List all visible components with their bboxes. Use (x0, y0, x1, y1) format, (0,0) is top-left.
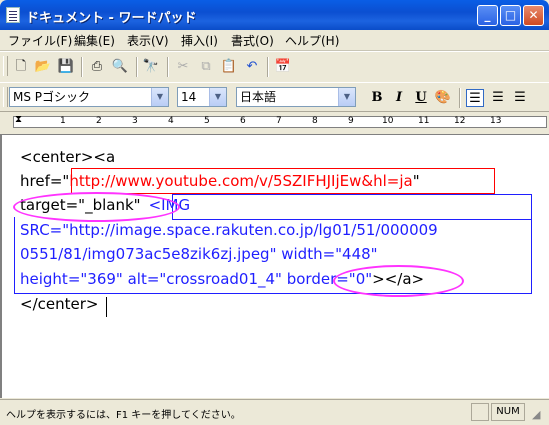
ruler-number: 13 (490, 116, 502, 126)
align-center-button[interactable]: ☰ (489, 89, 507, 107)
print-icon[interactable]: ⎙ (88, 58, 106, 76)
toolbar-grip[interactable] (3, 87, 8, 107)
align-left-button[interactable]: ☰ (466, 89, 484, 107)
ruler-number: 2 (96, 116, 102, 126)
insert-date-time-icon[interactable]: 📅 (274, 58, 292, 76)
menu-view[interactable]: 表示(V) (127, 32, 169, 49)
italic-button[interactable]: I (390, 89, 408, 107)
chevron-down-icon[interactable]: ▼ (338, 88, 355, 106)
ruler-number: 4 (168, 116, 174, 126)
save-icon[interactable]: 💾 (57, 58, 75, 76)
document-area[interactable]: <center><a href="http://www.youtube.com/… (0, 134, 549, 398)
ruler-number: 7 (276, 116, 282, 126)
menu-insert[interactable]: 挿入(I) (181, 32, 218, 49)
chevron-down-icon[interactable]: ▼ (209, 88, 226, 106)
toolbar-separator (136, 57, 138, 77)
script-value: 日本語 (240, 90, 277, 104)
ruler-number: 12 (454, 116, 466, 126)
align-right-button[interactable]: ☰ (511, 89, 529, 107)
status-help-text: ヘルプを表示するには、F1 キーを押してください。 (6, 410, 241, 421)
menu-bar: ファイル(F) 編集(E) 表示(V) 挿入(I) 書式(O) ヘルプ(H) (0, 30, 549, 51)
toolbar-separator (167, 57, 169, 77)
ruler-number: 11 (418, 116, 430, 126)
menu-help[interactable]: ヘルプ(H) (285, 32, 339, 49)
ruler-number: 1 (60, 116, 66, 126)
title-bar[interactable]: ドキュメント - ワードパッド _ □ ✕ (0, 0, 549, 30)
open-folder-icon[interactable]: 📂 (34, 58, 52, 76)
ruler-number: 5 (204, 116, 210, 126)
font-size-value: 14 (181, 90, 197, 104)
wordpad-document-icon[interactable] (6, 7, 20, 23)
paste-icon[interactable]: 📋 (220, 58, 238, 76)
new-document-icon[interactable]: 🗋 (12, 58, 30, 76)
status-bar: ヘルプを表示するには、F1 キーを押してください。 NUM ◢ (0, 399, 549, 425)
toolbar-separator (81, 57, 83, 77)
chevron-down-icon[interactable]: ▼ (151, 88, 168, 106)
menu-edit[interactable]: 編集(E) (74, 32, 115, 49)
wordpad-window: ドキュメント - ワードパッド _ □ ✕ ファイル(F) 編集(E) 表示(V… (0, 0, 549, 425)
undo-icon[interactable]: ↶ (243, 58, 261, 76)
cut-icon[interactable]: ✂ (174, 58, 192, 76)
text-color-icon[interactable]: 🎨 (434, 89, 452, 107)
toolbar-grip[interactable] (3, 56, 8, 76)
indent-marker-icon[interactable]: ⧗ (15, 114, 22, 125)
maximize-button[interactable]: □ (500, 5, 521, 26)
underline-button[interactable]: U (412, 89, 430, 107)
ruler-number: 9 (348, 116, 354, 126)
ruler-number: 6 (240, 116, 246, 126)
menu-file[interactable]: ファイル(F) (8, 32, 72, 49)
resize-grip-icon[interactable]: ◢ (532, 408, 540, 421)
toolbar-separator (267, 57, 269, 77)
find-icon[interactable]: 🔭 (142, 58, 160, 76)
format-toolbar: MS Pゴシック ▼ 14 ▼ 日本語 ▼ B I U 🎨 ☰ ☰ ☰ (0, 82, 549, 111)
status-pane (471, 403, 489, 421)
ruler-number: 3 (132, 116, 138, 126)
print-preview-icon[interactable]: 🔍 (111, 58, 129, 76)
close-button[interactable]: ✕ (523, 5, 544, 26)
font-name-value: MS Pゴシック (13, 90, 91, 104)
href-prefix: href=" (20, 172, 70, 190)
url-highlight-box (71, 168, 495, 194)
ruler-number: 8 (312, 116, 318, 126)
standard-toolbar: 🗋 📂 💾 ⎙ 🔍 🔭 ✂ ⧉ 📋 ↶ 📅 (0, 51, 549, 82)
minimize-button[interactable]: _ (477, 5, 498, 26)
ruler-number: 10 (382, 116, 394, 126)
num-lock-indicator: NUM (491, 403, 525, 421)
toolbar-separator (459, 88, 461, 108)
script-select[interactable]: 日本語 ▼ (236, 87, 356, 107)
target-ellipse (13, 192, 180, 222)
menu-format[interactable]: 書式(O) (231, 32, 274, 49)
copy-icon[interactable]: ⧉ (197, 58, 215, 76)
bold-button[interactable]: B (368, 89, 386, 107)
font-name-select[interactable]: MS Pゴシック ▼ (9, 87, 169, 107)
document-line: <center><a (20, 148, 116, 166)
ruler[interactable]: ⧗ 1 2 3 4 5 6 7 8 9 10 11 12 13 (0, 111, 549, 134)
border-ellipse (333, 265, 464, 297)
text-caret (106, 297, 107, 317)
window-title: ドキュメント - ワードパッド (26, 11, 197, 26)
document-line: </center> (20, 295, 99, 313)
font-size-select[interactable]: 14 ▼ (177, 87, 227, 107)
